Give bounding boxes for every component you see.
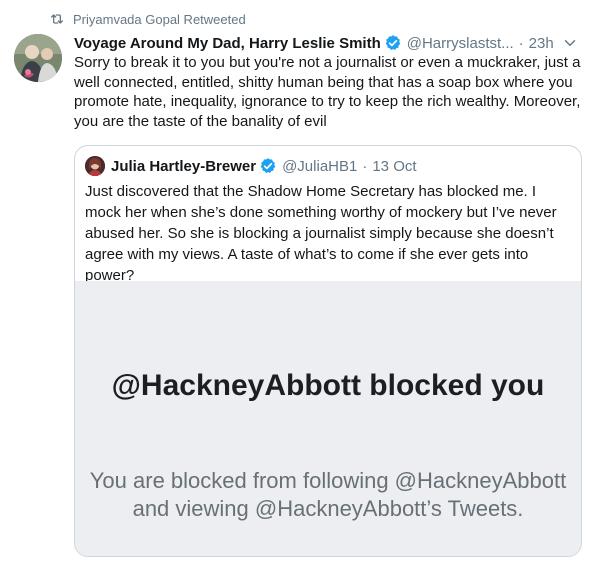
quoted-display-name[interactable]: Julia Hartley-Brewer [111, 158, 256, 175]
timestamp[interactable]: 23h [529, 35, 554, 52]
retweet-icon [49, 11, 65, 27]
quoted-avatar [85, 156, 105, 176]
verified-badge-icon [259, 157, 277, 175]
avatar[interactable] [14, 34, 62, 82]
tweet-header: Voyage Around My Dad, Harry Leslie Smith… [74, 33, 583, 53]
quoted-handle[interactable]: @JuliaHB1 [282, 158, 357, 175]
quoted-tweet-header: Julia Hartley-Brewer @JuliaHB1 · 13 Oct [85, 155, 417, 177]
verified-badge-icon [384, 34, 402, 52]
separator-dot: · [362, 157, 368, 175]
blocked-title: @HackneyAbbott blocked you [111, 369, 545, 402]
retweet-context: Priyamvada Gopal Retweeted [49, 9, 246, 29]
quoted-tweet-text: Just discovered that the Shadow Home Sec… [85, 183, 557, 284]
tweet[interactable]: Priyamvada Gopal Retweeted Voyage Around… [0, 0, 597, 567]
quoted-date[interactable]: 13 Oct [372, 158, 416, 175]
chevron-down-icon[interactable] [561, 34, 579, 52]
blocked-subtitle: You are blocked from following @HackneyA… [89, 468, 567, 521]
display-name[interactable]: Voyage Around My Dad, Harry Leslie Smith [74, 35, 381, 52]
quoted-tweet[interactable]: Julia Hartley-Brewer @JuliaHB1 · 13 Oct … [74, 145, 582, 557]
handle[interactable]: @Harryslastst... [407, 35, 514, 52]
separator-dot: · [518, 34, 524, 52]
quoted-tweet-image[interactable]: @HackneyAbbott blocked you You are block… [75, 281, 581, 556]
tweet-text: Sorry to break it to you but you're not … [74, 54, 581, 131]
retweet-text[interactable]: Priyamvada Gopal Retweeted [73, 12, 246, 27]
